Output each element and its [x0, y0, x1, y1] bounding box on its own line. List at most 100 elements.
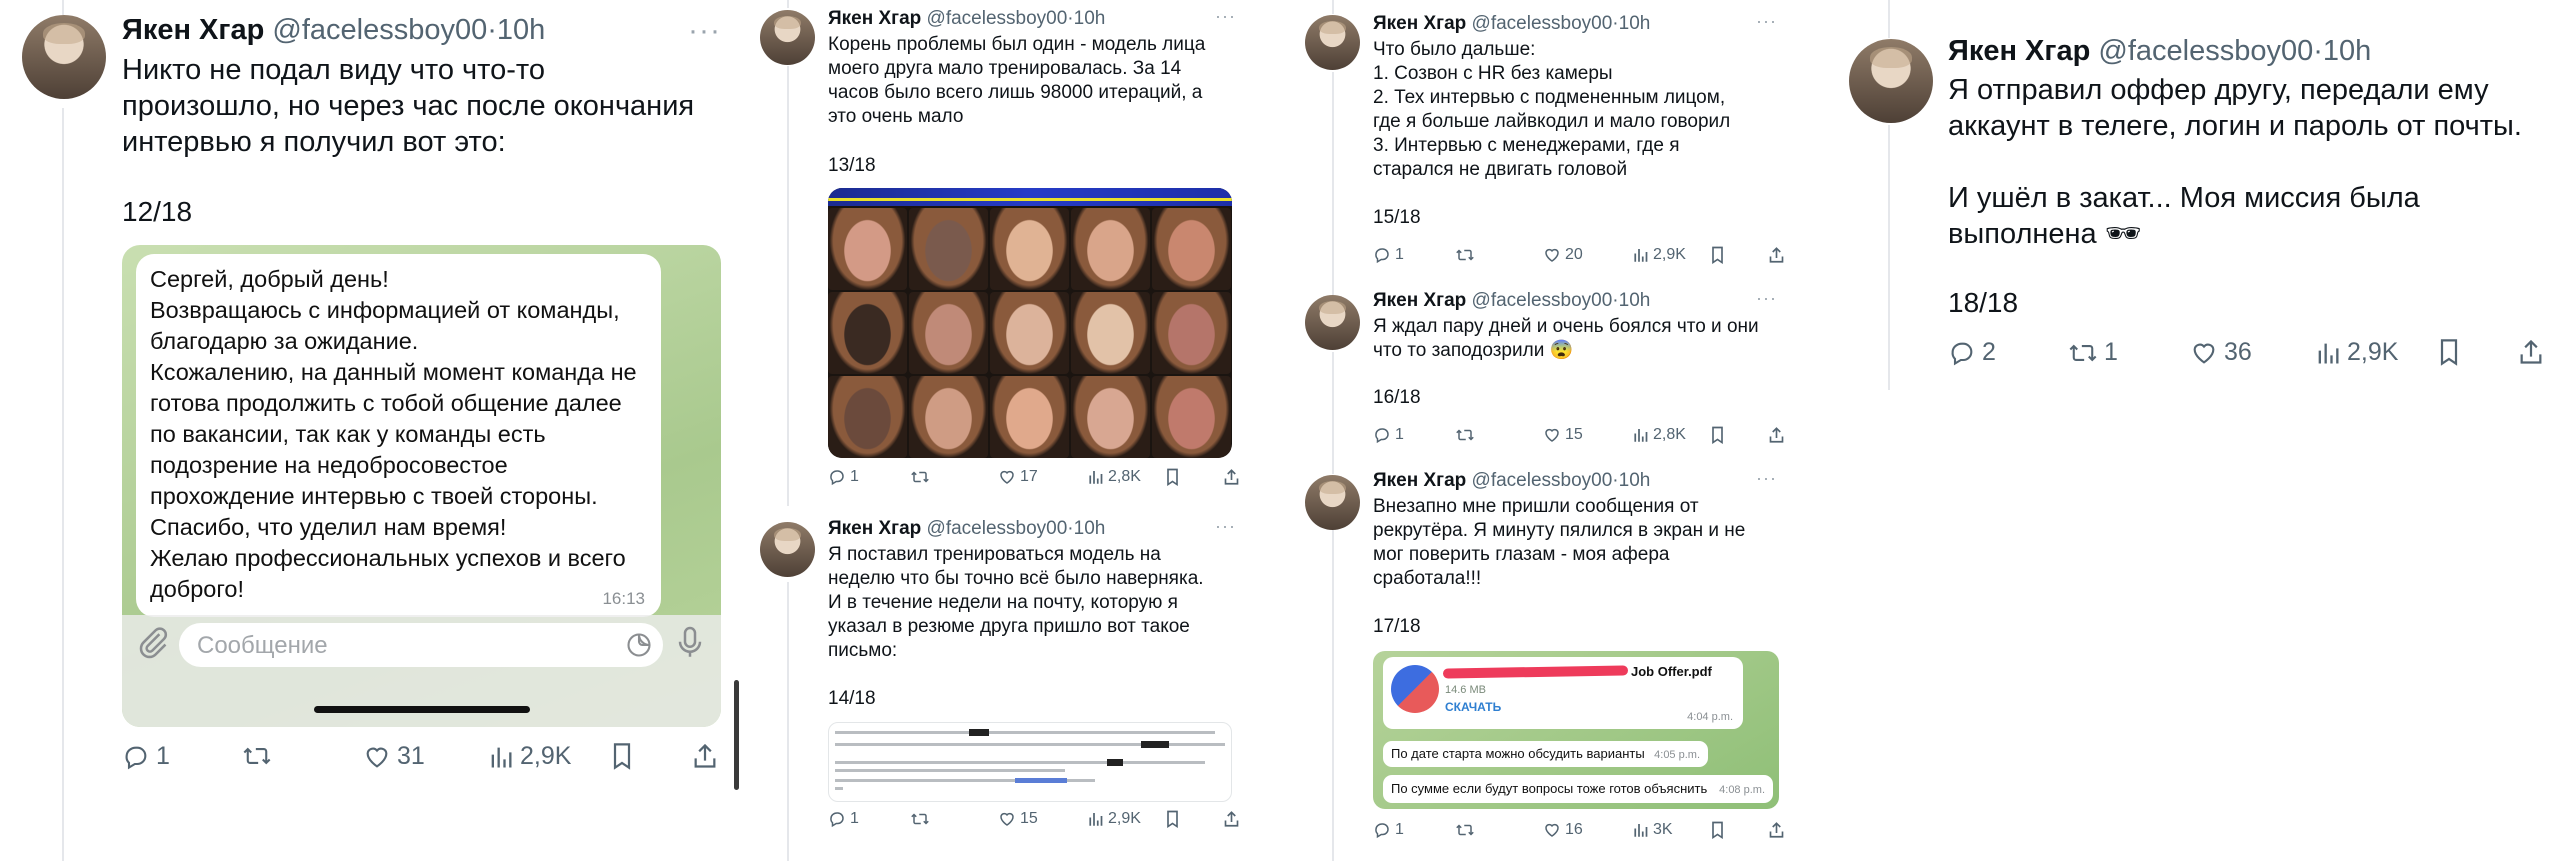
bookmark-button[interactable]: [1165, 468, 1180, 486]
thread-counter: 13/18: [828, 155, 876, 176]
share-button[interactable]: [1223, 810, 1240, 828]
face-thumbnail: [1152, 208, 1231, 290]
reply-button[interactable]: 1: [1373, 426, 1404, 444]
tweet-time[interactable]: 10h: [1619, 13, 1651, 34]
bookmark-button[interactable]: [1710, 246, 1725, 264]
tweet-time[interactable]: 10h: [1074, 8, 1106, 29]
views-button[interactable]: 2,9K: [2315, 338, 2398, 367]
author-name[interactable]: Якен Хгар: [1373, 290, 1466, 311]
share-icon: [692, 742, 718, 770]
avatar[interactable]: [1849, 39, 1933, 123]
avatar[interactable]: [1305, 295, 1360, 350]
more-icon[interactable]: ···: [1756, 11, 1777, 32]
tweet-time[interactable]: 10h: [2323, 35, 2371, 67]
retweet-button[interactable]: [1455, 821, 1475, 839]
attach-icon[interactable]: [136, 625, 170, 659]
retweet-button[interactable]: [1455, 246, 1475, 264]
author-handle[interactable]: @facelessboy00: [272, 14, 487, 46]
author-name[interactable]: Якен Хгар: [828, 518, 921, 539]
share-button[interactable]: [1768, 426, 1785, 444]
author-handle[interactable]: @facelessboy00: [2098, 35, 2313, 67]
tweet-time[interactable]: 10h: [1074, 518, 1106, 539]
views-button[interactable]: 2,9K: [1087, 810, 1141, 828]
chat-message-text: По сумме если будут вопросы тоже готов о…: [1391, 781, 1708, 796]
more-icon[interactable]: ···: [1756, 468, 1777, 489]
like-button[interactable]: 17: [998, 468, 1038, 486]
share-icon: [1768, 426, 1785, 444]
share-button[interactable]: [2518, 338, 2544, 366]
author-handle[interactable]: @facelessboy00: [927, 518, 1068, 539]
more-icon[interactable]: ···: [688, 14, 721, 48]
bookmark-button[interactable]: [1710, 426, 1725, 444]
avatar[interactable]: [1305, 475, 1360, 530]
tweet-time[interactable]: 10h: [1619, 290, 1651, 311]
pdf-file-icon[interactable]: [1391, 665, 1439, 713]
reply-button[interactable]: 1: [1373, 821, 1404, 839]
like-button[interactable]: 15: [998, 810, 1038, 828]
microphone-icon[interactable]: [675, 625, 705, 666]
reply-button[interactable]: 1: [122, 742, 170, 771]
like-count: 20: [1565, 246, 1583, 263]
retweet-button[interactable]: [910, 810, 930, 828]
author-handle[interactable]: @facelessboy00: [1472, 470, 1613, 491]
chat-message-time: 4:08 p.m.: [1719, 784, 1765, 796]
face-thumbnail: [1071, 292, 1150, 374]
reply-button[interactable]: 1: [828, 468, 859, 486]
author-handle[interactable]: @facelessboy00: [1472, 290, 1613, 311]
download-link[interactable]: СКАЧАТЬ: [1445, 700, 1501, 714]
views-button[interactable]: 2,9K: [488, 742, 571, 771]
retweet-button[interactable]: [242, 742, 272, 770]
reply-button[interactable]: 1: [828, 810, 859, 828]
retweet-button[interactable]: [1455, 426, 1475, 444]
author-name[interactable]: Якен Хгар: [1373, 470, 1466, 491]
bookmark-button[interactable]: [610, 742, 634, 770]
bookmark-button[interactable]: [1165, 810, 1180, 828]
views-button[interactable]: 2,8K: [1632, 426, 1686, 444]
author-name[interactable]: Якен Хгар: [828, 8, 921, 29]
sticker-icon[interactable]: [625, 631, 653, 664]
views-button[interactable]: 3K: [1632, 821, 1673, 839]
like-button[interactable]: 15: [1543, 426, 1583, 444]
reply-button[interactable]: 2: [1948, 338, 1996, 367]
file-message: Job Offer.pdf 14.6 MB СКАЧАТЬ 4:04 p.m.: [1383, 657, 1743, 729]
author-handle[interactable]: @facelessboy00: [1472, 13, 1613, 34]
share-button[interactable]: [1768, 821, 1785, 839]
tweet-time[interactable]: 10h: [497, 14, 545, 46]
author-name[interactable]: Якен Хгар: [122, 14, 264, 46]
avatar[interactable]: [1305, 15, 1360, 70]
email-preview-image[interactable]: [828, 722, 1232, 802]
author-name[interactable]: Якен Хгар: [1948, 35, 2090, 67]
views-button[interactable]: 2,8K: [1087, 468, 1141, 486]
reply-icon: [1373, 426, 1391, 444]
tweet-time[interactable]: 10h: [1619, 470, 1651, 491]
reply-button[interactable]: 1: [1373, 246, 1404, 264]
recruiter-chat-image[interactable]: Job Offer.pdf 14.6 MB СКАЧАТЬ 4:04 p.m. …: [1373, 651, 1779, 809]
more-icon[interactable]: ···: [1756, 288, 1777, 309]
bookmark-button[interactable]: [1710, 821, 1725, 839]
like-button[interactable]: 16: [1543, 821, 1583, 839]
chat-message: По дате старта можно обсудить варианты 4…: [1383, 741, 1708, 767]
like-button[interactable]: 20: [1543, 246, 1583, 264]
training-preview-image[interactable]: [828, 188, 1232, 458]
like-button[interactable]: 31: [363, 742, 425, 771]
message-input[interactable]: Сообщение: [179, 623, 663, 667]
share-button[interactable]: [1223, 468, 1240, 486]
scrollbar[interactable]: [734, 680, 739, 790]
retweet-button[interactable]: [910, 468, 930, 486]
views-icon: [1632, 426, 1649, 444]
share-button[interactable]: [1768, 246, 1785, 264]
retweet-button[interactable]: 1: [2068, 338, 2118, 367]
more-icon[interactable]: ···: [1215, 516, 1236, 537]
like-button[interactable]: 36: [2190, 338, 2252, 367]
more-icon[interactable]: ···: [1215, 6, 1236, 27]
face-thumbnail: [1152, 292, 1231, 374]
avatar[interactable]: [760, 522, 815, 577]
views-count: 2,9K: [520, 742, 572, 770]
author-handle[interactable]: @facelessboy00: [927, 8, 1068, 29]
bookmark-button[interactable]: [2437, 338, 2461, 366]
avatar[interactable]: [760, 10, 815, 65]
avatar[interactable]: [22, 15, 106, 99]
share-button[interactable]: [692, 742, 718, 770]
views-button[interactable]: 2,9K: [1632, 246, 1686, 264]
author-name[interactable]: Якен Хгар: [1373, 13, 1466, 34]
